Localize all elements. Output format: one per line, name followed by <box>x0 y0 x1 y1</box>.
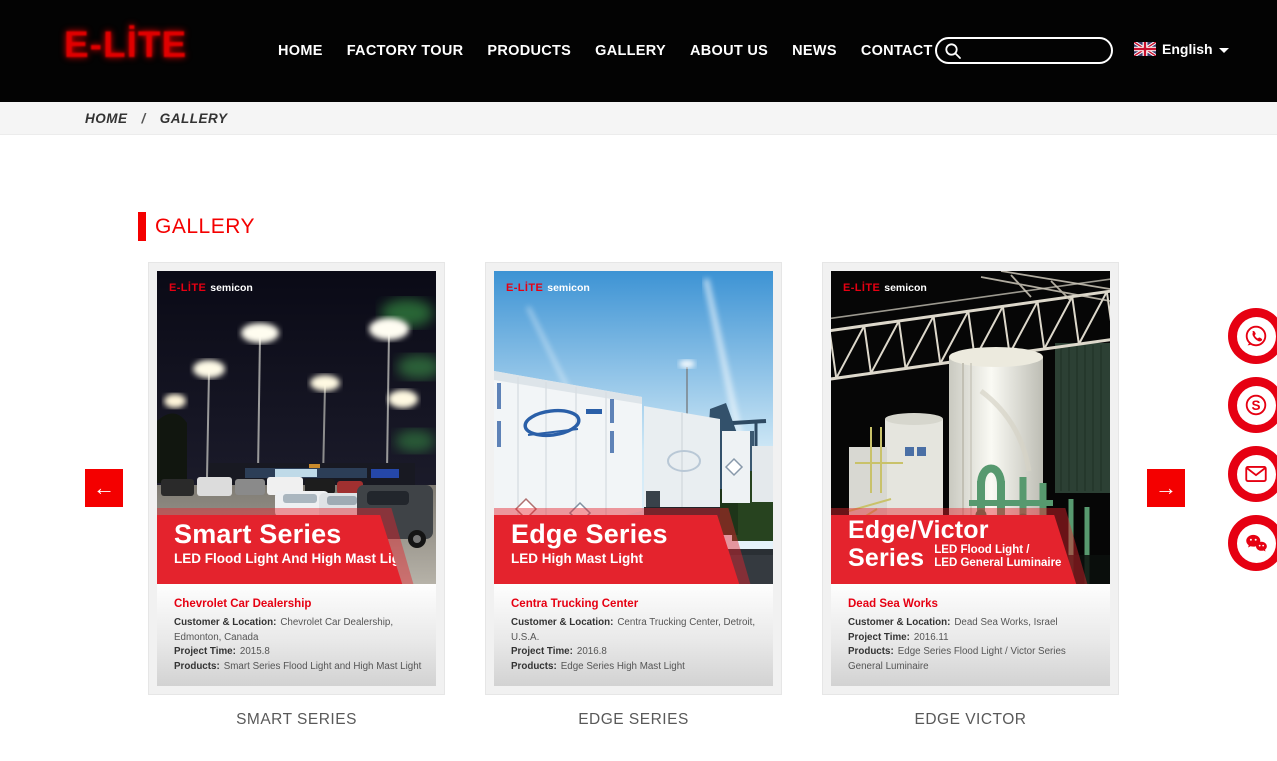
customer-row: Customer & Location:Dead Sea Works, Isra… <box>848 616 1096 631</box>
skype-icon: S <box>1237 386 1276 425</box>
card-info: Chevrolet Car Dealership Customer & Loca… <box>157 584 436 686</box>
language-selector[interactable]: English <box>1134 41 1229 57</box>
project-name: Dead Sea Works <box>848 598 1096 610</box>
brand-logo[interactable]: E-LİTE <box>64 24 187 66</box>
breadcrumb-current: GALLERY <box>160 111 228 126</box>
email-icon <box>1237 455 1276 494</box>
whatsapp-button[interactable] <box>1228 308 1277 364</box>
main-nav: HOME FACTORY TOUR PRODUCTS GALLERY ABOUT… <box>278 0 958 102</box>
heading-accent-bar <box>138 212 146 241</box>
card-caption-edge-victor[interactable]: EDGE VICTOR <box>822 711 1119 729</box>
nav-item-about-us[interactable]: ABOUT US <box>690 43 768 59</box>
page-title: GALLERY <box>155 215 255 239</box>
customer-row: Customer & Location:Chevrolet Car Dealer… <box>174 616 422 645</box>
products-row: Products:Smart Series Flood Light and Hi… <box>174 660 422 675</box>
project-name: Chevrolet Car Dealership <box>174 598 422 610</box>
nav-item-products[interactable]: PRODUCTS <box>487 43 571 59</box>
svg-text:S: S <box>1251 398 1260 413</box>
project-name: Centra Trucking Center <box>511 598 759 610</box>
breadcrumb-separator: / <box>142 111 146 126</box>
nav-item-home[interactable]: HOME <box>278 43 323 59</box>
page: E-LİTE HOME FACTORY TOUR PRODUCTS GALLER… <box>0 0 1277 761</box>
nav-item-gallery[interactable]: GALLERY <box>595 43 666 59</box>
section-heading: GALLERY <box>138 212 255 241</box>
uk-flag-icon <box>1134 42 1156 56</box>
prev-arrow-button[interactable]: ← <box>85 469 123 507</box>
gallery-card-smart-series[interactable]: E-LİTEsemicon Smart Series LED Flood Lig… <box>148 262 445 695</box>
photo-brand: E-LİTEsemicon <box>506 282 590 294</box>
whatsapp-icon <box>1237 317 1276 356</box>
nav-item-factory-tour[interactable]: FACTORY TOUR <box>347 43 464 59</box>
card-photo-trucking-center: E-LİTEsemicon Edge Series LED High Mast … <box>494 271 773 584</box>
gallery-card-edge-series[interactable]: E-LİTEsemicon Edge Series LED High Mast … <box>485 262 782 695</box>
card-series-subtitle: LED Flood Light / LED General Luminaire <box>934 544 1061 570</box>
breadcrumb-home[interactable]: HOME <box>85 111 128 126</box>
search-icon <box>943 41 963 61</box>
breadcrumb: HOME / GALLERY <box>0 102 1277 135</box>
search-input[interactable] <box>963 43 1103 58</box>
language-label: English <box>1162 41 1213 57</box>
header: E-LİTE HOME FACTORY TOUR PRODUCTS GALLER… <box>0 0 1277 102</box>
card-info: Centra Trucking Center Customer & Locati… <box>494 584 773 686</box>
photo-brand: E-LİTEsemicon <box>169 282 253 294</box>
card-photo-parking-lot: E-LİTEsemicon Smart Series LED Flood Lig… <box>157 271 436 584</box>
card-caption-edge-series[interactable]: EDGE SERIES <box>485 711 782 729</box>
nav-item-news[interactable]: NEWS <box>792 43 837 59</box>
wechat-button[interactable] <box>1228 515 1277 571</box>
photo-brand: E-LİTEsemicon <box>843 282 927 294</box>
gallery-card-edge-victor[interactable]: E-LİTEsemicon Edge/Victor Series LED Flo… <box>822 262 1119 695</box>
products-row: Products:Edge Series Flood Light / Victo… <box>848 645 1096 674</box>
card-photo-industrial-plant: E-LİTEsemicon Edge/Victor Series LED Flo… <box>831 271 1110 584</box>
time-row: Project Time:2015.8 <box>174 645 422 660</box>
next-arrow-button[interactable]: → <box>1147 469 1185 507</box>
card-caption-smart-series[interactable]: SMART SERIES <box>148 711 445 729</box>
card-info: Dead Sea Works Customer & Location:Dead … <box>831 584 1110 686</box>
chevron-down-icon <box>1219 48 1229 53</box>
customer-row: Customer & Location:Centra Trucking Cent… <box>511 616 759 645</box>
wechat-icon <box>1237 524 1276 563</box>
time-row: Project Time:2016.8 <box>511 645 759 660</box>
products-row: Products:Edge Series High Mast Light <box>511 660 759 675</box>
search-box[interactable] <box>935 37 1113 64</box>
time-row: Project Time:2016.11 <box>848 631 1096 646</box>
skype-button[interactable]: S <box>1228 377 1277 433</box>
card-series-title-line2: Series <box>848 546 924 572</box>
email-button[interactable] <box>1228 446 1277 502</box>
